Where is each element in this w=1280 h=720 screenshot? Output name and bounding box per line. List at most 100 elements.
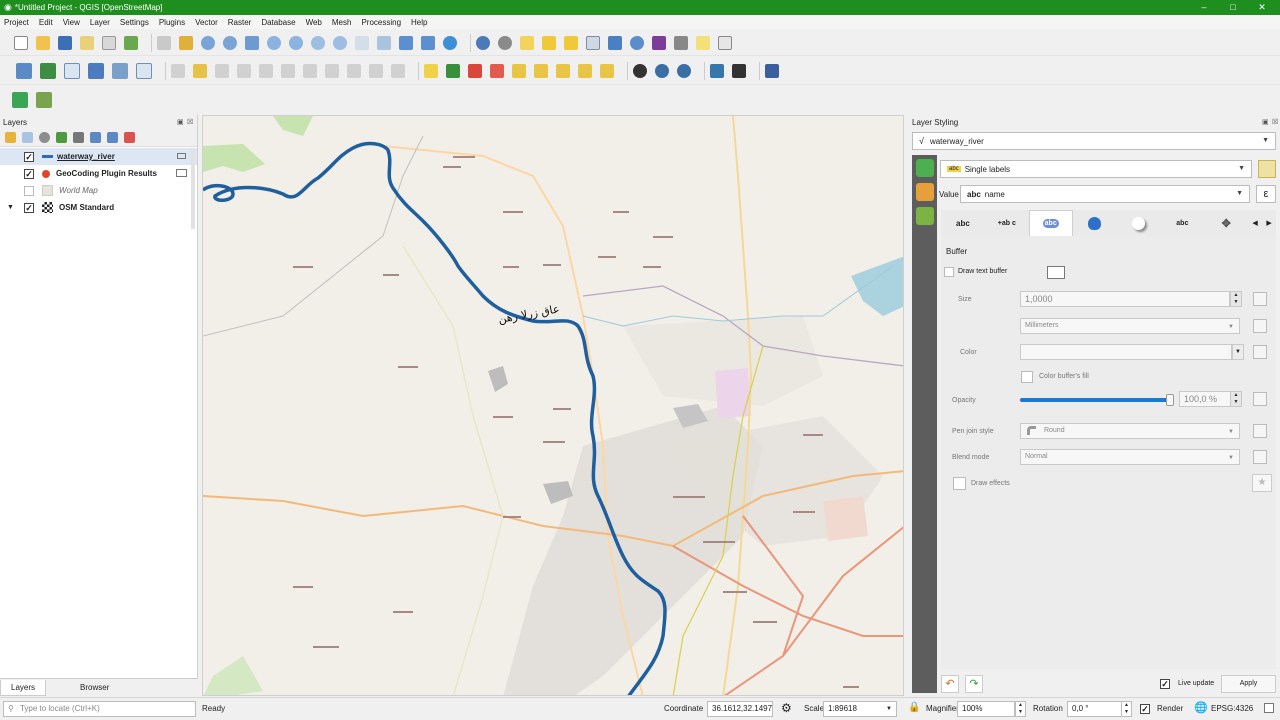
zoom-last-icon[interactable] [333, 35, 347, 50]
rotation-spinbox[interactable]: 0,0 ° [1067, 701, 1122, 717]
copy-icon[interactable] [325, 63, 339, 78]
highlight-label-icon[interactable] [468, 63, 482, 78]
text-annotation-icon[interactable] [718, 35, 732, 50]
redo-style-icon[interactable]: ↷ [965, 675, 983, 693]
pin-label-icon[interactable] [490, 63, 504, 78]
blend-mode-select[interactable]: Normal ▼ [1020, 449, 1240, 465]
search-plugin-icon[interactable] [12, 92, 28, 108]
float-panel-icon[interactable]: ▣ [177, 118, 184, 126]
filter-expression-icon[interactable] [73, 132, 84, 143]
menu-view[interactable]: View [63, 18, 80, 27]
menu-web[interactable]: Web [306, 18, 322, 27]
layers-scrollbar[interactable] [191, 149, 195, 229]
crs-label[interactable]: EPSG:4326 [1211, 704, 1253, 713]
opacity-spin-icon[interactable]: ▲ ▼ [1230, 391, 1242, 407]
redo-icon[interactable] [391, 63, 405, 78]
attribute-table-icon[interactable] [586, 35, 600, 50]
tab-background[interactable] [1073, 210, 1117, 236]
expand-arrow-icon[interactable]: ▼ [0, 204, 24, 211]
pan-to-selection-icon[interactable] [179, 35, 193, 50]
layer-checkbox[interactable]: ✓ [24, 168, 34, 179]
identify-icon[interactable] [476, 35, 490, 50]
layer-item-osm-standard[interactable]: ▼ ✓ OSM Standard [0, 199, 197, 216]
data-defined-icon[interactable] [1253, 450, 1267, 464]
show-bookmarks-icon[interactable] [421, 35, 435, 50]
data-defined-icon[interactable] [1253, 292, 1267, 306]
add-group-icon[interactable] [22, 132, 33, 143]
reverse-geocode-icon[interactable] [655, 63, 669, 78]
opacity-spinbox[interactable]: 100,0 % [1179, 391, 1231, 407]
zoom-full-icon[interactable] [245, 35, 259, 50]
unit-select[interactable]: Millimeters ▼ [1020, 318, 1240, 334]
maximize-button[interactable]: □ [1219, 0, 1247, 15]
refresh-icon[interactable] [443, 35, 457, 50]
change-label-icon[interactable] [578, 63, 592, 78]
geocode-icon[interactable] [633, 63, 647, 78]
layer-select[interactable]: √ waterway_river ▼ [912, 132, 1276, 150]
label-properties-icon[interactable] [600, 63, 614, 78]
map-canvas[interactable]: عاق زرلا رهن [202, 115, 904, 696]
symbology-icon[interactable] [915, 159, 934, 177]
menu-layer[interactable]: Layer [90, 18, 110, 27]
crs-globe-icon[interactable]: 🌐 [1194, 701, 1208, 714]
zoom-selection-icon[interactable] [267, 35, 281, 50]
tab-formatting[interactable]: +ab c [985, 210, 1029, 236]
menu-help[interactable]: Help [411, 18, 427, 27]
float-panel-icon[interactable]: ▣ [1262, 118, 1269, 126]
help-icon[interactable] [765, 63, 779, 78]
new-project-icon[interactable] [14, 35, 28, 50]
data-defined-icon[interactable] [1253, 424, 1267, 438]
remove-layer-icon[interactable] [124, 132, 135, 143]
messages-icon[interactable] [1264, 703, 1274, 713]
tabs-scroll-left-icon[interactable]: ◀ [1248, 219, 1262, 227]
deselect-icon[interactable] [564, 35, 578, 50]
zoom-out-icon[interactable] [223, 35, 237, 50]
current-edits-icon[interactable] [171, 63, 185, 78]
bookmark-icon[interactable] [399, 35, 413, 50]
close-button[interactable]: ✕ [1248, 0, 1276, 15]
toolbox-gear-icon[interactable] [630, 35, 644, 50]
opacity-slider-handle[interactable] [1166, 394, 1174, 406]
save-edits-icon[interactable] [215, 63, 229, 78]
minimize-button[interactable]: – [1190, 0, 1218, 15]
tabs-scroll-right-icon[interactable]: ▶ [1262, 219, 1276, 227]
globe-icon[interactable] [677, 63, 691, 78]
tab-browser[interactable]: Browser [70, 680, 119, 696]
menu-project[interactable]: Project [4, 18, 29, 27]
menu-vector[interactable]: Vector [195, 18, 218, 27]
diagram-tool-icon[interactable] [446, 63, 460, 78]
layer-checkbox[interactable]: ✓ [24, 151, 34, 162]
field-calculator-icon[interactable] [608, 35, 622, 50]
layer-item-world-map[interactable]: World Map [0, 182, 197, 199]
menu-processing[interactable]: Processing [361, 18, 401, 27]
new-temporary-layer-icon[interactable] [136, 62, 152, 79]
data-defined-icon[interactable] [1253, 392, 1267, 406]
tab-placement[interactable]: ✥ [1204, 210, 1248, 236]
menu-raster[interactable]: Raster [228, 18, 252, 27]
paste-icon[interactable] [347, 63, 361, 78]
size-spin-icon[interactable]: ▲ ▼ [1230, 291, 1242, 307]
locator-search-input[interactable]: ⚲ Type to locate (Ctrl+K) [3, 701, 196, 717]
close-panel-icon[interactable]: ☒ [1272, 118, 1278, 126]
save-project-icon[interactable] [58, 35, 72, 50]
binoculars-icon[interactable] [732, 63, 746, 78]
color-button[interactable] [1020, 344, 1232, 360]
zoom-layer-icon[interactable] [289, 35, 303, 50]
vertex-tool-icon[interactable] [259, 63, 273, 78]
close-panel-icon[interactable]: ☒ [187, 118, 193, 126]
menu-plugins[interactable]: Plugins [159, 18, 185, 27]
manage-visibility-eye-icon[interactable] [39, 132, 50, 143]
menu-database[interactable]: Database [261, 18, 295, 27]
label-settings-icon[interactable] [1258, 160, 1276, 178]
labels-icon[interactable] [915, 183, 934, 201]
measure-icon[interactable] [674, 35, 688, 50]
collapse-all-icon[interactable] [107, 132, 118, 143]
data-source-manager-icon[interactable] [16, 62, 32, 79]
undo-icon[interactable] [369, 63, 383, 78]
statistics-sigma-icon[interactable] [652, 35, 666, 50]
select-features-icon[interactable] [520, 35, 534, 50]
rotate-label-icon[interactable] [556, 63, 570, 78]
move-label-icon[interactable] [534, 63, 548, 78]
tab-callouts[interactable]: abc [1160, 210, 1204, 236]
zoom-in-icon[interactable] [201, 35, 215, 50]
